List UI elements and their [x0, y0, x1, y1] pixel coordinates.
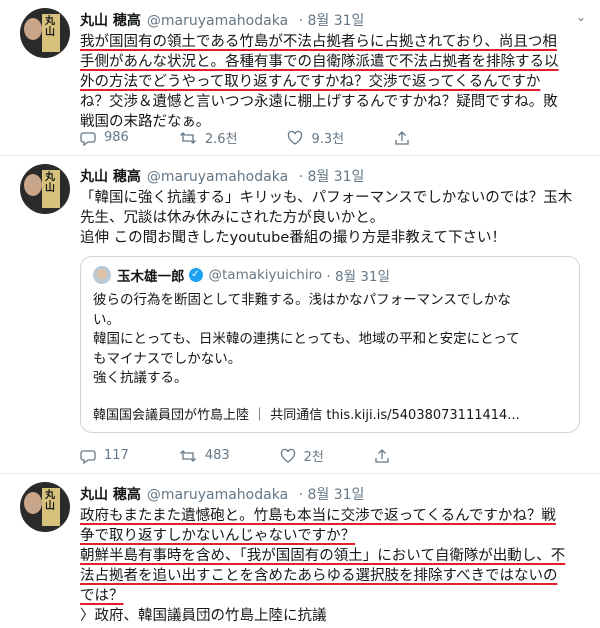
tweet-1[interactable]: 丸山 丸山 穂高 @maruyamahodaka · 8월 31일 ⌄ 我が国固有… [0, 0, 600, 156]
tweet-line: 追伸 この間お聞きしたyoutube番組の撮り方是非教えて下さい！ [80, 230, 507, 246]
tweet-3[interactable]: 丸山 丸山 穂高 @maruyamahodaka · 8월 31일 政府もまたまた… [0, 474, 600, 628]
tweet-date[interactable]: · 8월 31일 [299, 169, 365, 185]
tweet-line: 朝鮮半島有事時を含め、「我が国固有の領土」において自衛隊が出動し、不 [80, 548, 566, 564]
author-name[interactable]: 丸山 穂高 [80, 169, 141, 185]
tweet-line: 争で取り返すしかないんじゃないですか？ [80, 528, 356, 544]
like-button[interactable]: 9.3천 [287, 128, 344, 147]
tweet-text: 我が国固有の領土である竹島が不法占拠者らに占拠されており、尚且つ相 手側があんな… [80, 32, 580, 132]
share-icon [395, 130, 409, 145]
quote-text: 彼らの行為を断固として非難する。浅はかなパフォーマンスでしかな い。 韓国にとっ… [93, 291, 563, 389]
tweet-actions: 986 2.6천 9.3천 [80, 128, 468, 147]
tweet-line: 我が国固有の領土である竹島が不法占拠者らに占拠されており、尚且つ相 [80, 34, 557, 50]
avatar[interactable]: 丸山 [20, 8, 70, 58]
share-icon [375, 448, 389, 463]
tweet-line: 手側があんな状況と。各種有事での自衛隊派遣で不法占拠者を排除する以 [80, 54, 559, 70]
tweet-line: 外の方法でどうやって取り返すんですかね？交渉で返ってくるんですか [80, 74, 541, 90]
reply-button[interactable]: 117 [80, 446, 129, 465]
quote-author-handle: @tamakiyuichiro [208, 267, 323, 283]
tweet-link-text[interactable]: 〉政府、韓国議員団の竹島上陸に抗議 [80, 608, 327, 624]
tweet-header: 丸山 穂高 @maruyamahodaka · 8월 31일 [80, 166, 364, 186]
author-name[interactable]: 丸山 穂高 [80, 13, 141, 29]
author-name[interactable]: 丸山 穂高 [80, 487, 141, 503]
tweet-line: 「韓国に強く抗議する」キリッも、パフォーマンスでしかないのでは？玉木 [80, 190, 573, 206]
quote-header: 玉木雄一郎 ✓ @tamakiyuichiro · 8월 31일 [93, 265, 390, 285]
tweet-line: ね？交渉＆遺憾と言いつつ永遠に棚上げするんですかね？疑問ですね。敗 [80, 94, 558, 110]
reply-icon [80, 131, 96, 146]
quote-line: い。 [93, 311, 120, 328]
quoted-tweet[interactable]: 玉木雄一郎 ✓ @tamakiyuichiro · 8월 31일 彼らの行為を断… [80, 256, 580, 433]
tweet-line: では？ [80, 588, 124, 604]
author-handle[interactable]: @maruyamahodaka [147, 169, 288, 185]
avatar[interactable]: 丸山 [20, 482, 70, 532]
retweet-button[interactable]: 483 [179, 446, 230, 465]
like-count: 9.3천 [311, 132, 345, 147]
reply-button[interactable]: 986 [80, 128, 129, 147]
tweet-line: 法占拠者を追い出すことを含めたあらゆる選択肢を排除すべきではないの [80, 568, 558, 584]
tweet-date[interactable]: · 8월 31일 [299, 487, 365, 503]
quote-link[interactable]: 韓国国会議員団が竹島上陸 ｜ 共同通信 this.kiji.is/5403807… [93, 404, 520, 423]
quote-date: · 8월 31일 [326, 269, 390, 285]
retweet-icon [179, 449, 196, 462]
tweet-date[interactable]: · 8월 31일 [299, 13, 365, 29]
retweet-count: 2.6천 [204, 132, 238, 147]
quote-line: 韓国にとっても、日米韓の連携にとっても、地域の平和と安定にとって [93, 331, 520, 347]
tweet-header: 丸山 穂高 @maruyamahodaka · 8월 31일 [80, 484, 364, 504]
quote-line: 彼らの行為を断固として非難する。浅はかなパフォーマンスでしかな [93, 292, 511, 308]
tweet-text: 政府もまたまた遺憾砲と。竹島も本当に交渉で返ってくるんですかね？戦 争で取り返す… [80, 506, 580, 626]
chevron-down-icon[interactable]: ⌄ [576, 10, 586, 24]
reply-icon [80, 449, 96, 464]
like-count: 2천 [303, 450, 324, 465]
reply-count: 986 [104, 130, 129, 145]
share-button[interactable] [374, 446, 398, 465]
heart-icon [288, 130, 303, 145]
reply-count: 117 [104, 448, 129, 463]
retweet-count: 483 [204, 448, 230, 463]
retweet-button[interactable]: 2.6천 [179, 128, 238, 147]
verified-badge-icon: ✓ [188, 268, 203, 282]
author-handle[interactable]: @maruyamahodaka [147, 487, 288, 503]
tweet-actions: 117 483 2천 [80, 446, 448, 465]
quote-line: 強く抗議する。 [93, 370, 188, 386]
tweet-2[interactable]: 丸山 丸山 穂高 @maruyamahodaka · 8월 31일 「韓国に強く抗… [0, 156, 600, 474]
heart-icon [280, 448, 295, 463]
like-button[interactable]: 2천 [280, 446, 324, 465]
author-handle[interactable]: @maruyamahodaka [147, 13, 288, 29]
tweet-text: 「韓国に強く抗議する」キリッも、パフォーマンスでしかないのでは？玉木 先生、冗談… [80, 188, 580, 248]
share-button[interactable] [394, 128, 418, 147]
quote-author-name: 玉木雄一郎 [117, 269, 185, 285]
avatar[interactable]: 丸山 [20, 164, 70, 214]
retweet-icon [179, 131, 196, 144]
quote-avatar [93, 266, 111, 284]
tweet-line: 先生、冗談は休み休みにされた方が良いかと。 [80, 210, 385, 226]
tweet-header: 丸山 穂高 @maruyamahodaka · 8월 31일 [80, 10, 364, 30]
tweet-line: 政府もまたまた遺憾砲と。竹島も本当に交渉で返ってくるんですかね？戦 [80, 508, 556, 524]
quote-line: もマイナスでしかない。 [93, 350, 242, 367]
